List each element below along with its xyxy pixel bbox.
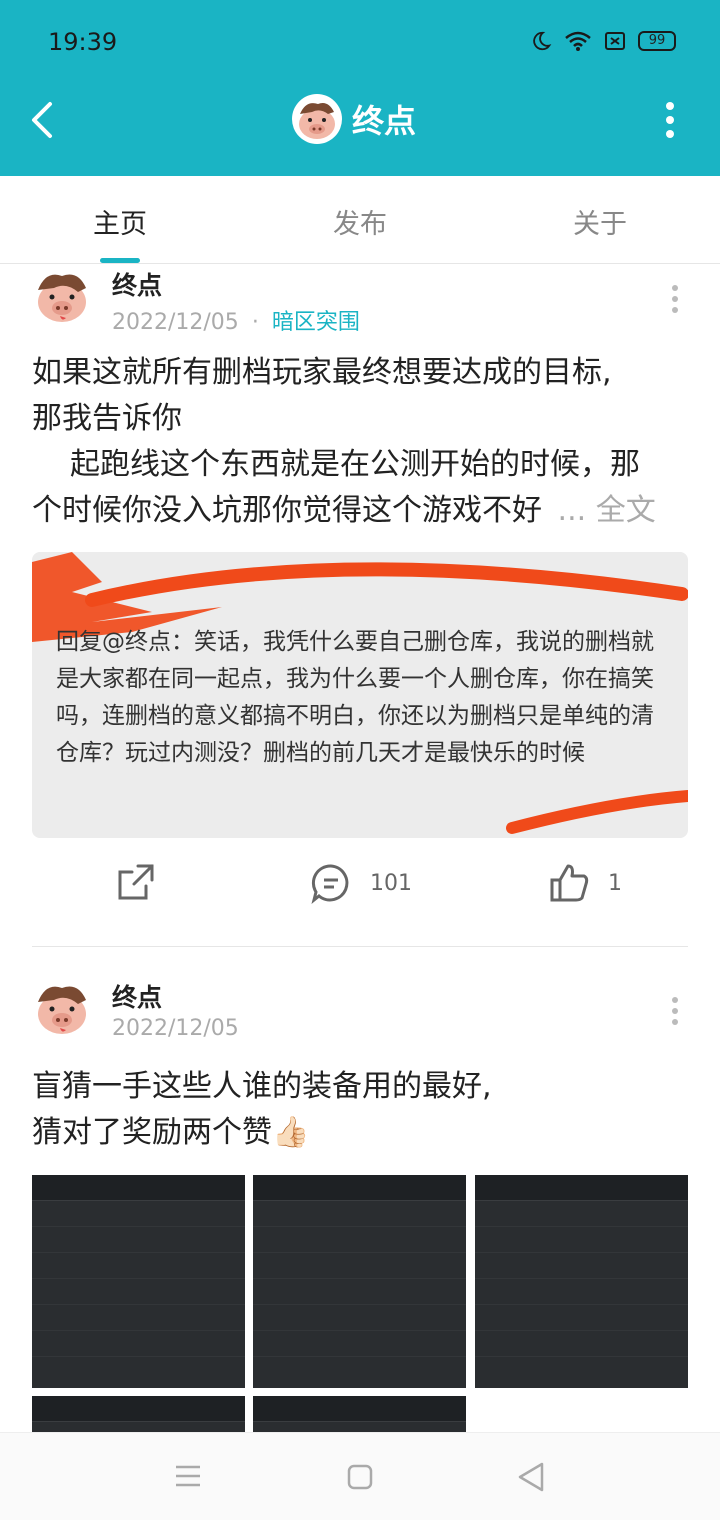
post-line: 猜对了奖励两个赞👍🏻 <box>32 1115 310 1150</box>
post-topic-tag[interactable]: 暗区突围 <box>272 310 360 335</box>
tab-about[interactable]: 关于 <box>573 202 627 241</box>
post-more-icon[interactable] <box>670 284 680 314</box>
wifi-icon <box>565 31 591 51</box>
thumbs-up-icon <box>550 864 589 902</box>
post-line: 如果这就所有删档玩家最终想要达成的目标, <box>32 355 612 390</box>
post-more-icon[interactable] <box>670 996 680 1026</box>
image-thumbnail[interactable] <box>253 1175 466 1388</box>
post-line: 盲猜一手这些人谁的装备用的最好, <box>32 1069 492 1104</box>
pig-avatar-icon[interactable] <box>32 266 92 326</box>
post-author[interactable]: 终点 <box>112 978 162 1014</box>
like-count: 1 <box>608 870 622 896</box>
post-line: 那我告诉你 <box>32 401 182 436</box>
pig-avatar-icon[interactable] <box>32 978 92 1038</box>
battery-icon: 99 <box>638 31 676 51</box>
post-meta: 2022/12/05 · 暗区突围 <box>112 304 360 336</box>
image-thumbnail[interactable] <box>32 1175 245 1388</box>
post-image[interactable]: 回复@终点：笑话，我凭什么要自己删仓库，我说的删档就是大家都在同一起点，我为什么… <box>32 552 688 838</box>
post-body[interactable]: 盲猜一手这些人谁的装备用的最好, 猜对了奖励两个赞👍🏻 <box>32 1064 692 1156</box>
ellipsis: ... <box>557 493 587 528</box>
image-reply-text: 回复@终点：笑话，我凭什么要自己删仓库，我说的删档就是大家都在同一起点，我为什么… <box>56 629 654 766</box>
image-thumbnail[interactable] <box>253 1396 466 1432</box>
home-icon[interactable] <box>346 1463 374 1491</box>
full-text-link[interactable]: 全文 <box>596 493 656 528</box>
post-body[interactable]: 如果这就所有删档玩家最终想要达成的目标, 那我告诉你 起跑线这个东西就是在公测开… <box>32 350 692 534</box>
moon-icon <box>533 31 552 51</box>
post-date: 2022/12/05 <box>112 1016 239 1041</box>
post-line: 起跑线这个东西就是在公测开始的时候，那 <box>70 447 640 482</box>
image-thumbnail[interactable] <box>475 1175 688 1388</box>
tab-posts[interactable]: 发布 <box>333 202 387 241</box>
like-button[interactable]: 1 <box>548 862 622 904</box>
tab-indicator <box>100 258 140 263</box>
post-actions: 101 1 <box>0 862 720 926</box>
app-header: 19:39 99 终点 <box>0 0 720 176</box>
more-options-icon[interactable] <box>660 100 680 140</box>
tab-home[interactable]: 主页 <box>93 202 147 241</box>
status-icons: 99 <box>530 30 676 52</box>
post-line: 个时候你没入坑那你觉得这个游戏不好 ... 全文 <box>32 488 692 534</box>
post-date: 2022/12/05 <box>112 310 239 335</box>
menu-icon[interactable] <box>174 1463 202 1489</box>
system-nav-bar <box>0 1432 720 1520</box>
pig-avatar-icon <box>292 94 342 144</box>
status-time: 19:39 <box>48 28 118 56</box>
back-arrow-icon[interactable] <box>24 96 64 144</box>
tab-bar: 主页 发布 关于 <box>0 176 720 264</box>
meta-separator: · <box>251 310 259 335</box>
title-group: 终点 <box>292 94 416 144</box>
share-icon <box>118 864 154 900</box>
comment-icon <box>311 864 349 904</box>
post-line-text: 个时候你没入坑那你觉得这个游戏不好 <box>32 493 542 528</box>
comment-count: 101 <box>370 870 412 896</box>
back-triangle-icon[interactable] <box>516 1461 546 1493</box>
share-button[interactable] <box>116 862 156 902</box>
post-divider <box>32 946 688 947</box>
comment-button[interactable]: 101 <box>310 862 412 904</box>
page-title: 终点 <box>352 102 417 140</box>
image-thumbnail[interactable] <box>32 1396 245 1432</box>
post-author[interactable]: 终点 <box>112 266 162 302</box>
sim-icon <box>605 32 625 50</box>
